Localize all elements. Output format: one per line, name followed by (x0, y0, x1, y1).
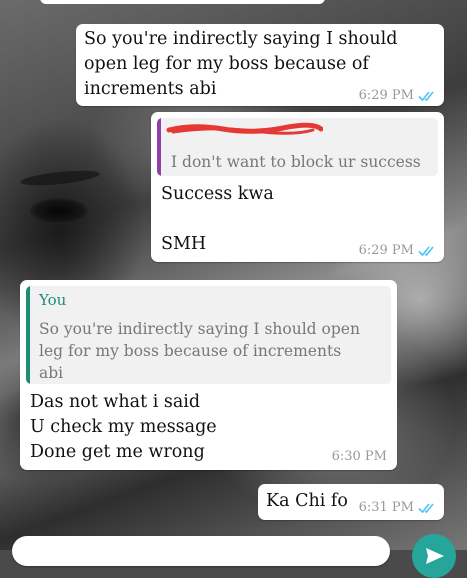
message-meta: 6:30 PM (332, 449, 387, 464)
message-input[interactable] (12, 536, 390, 566)
message-time: 6:31 PM (358, 500, 414, 515)
previous-message-edge (40, 0, 325, 4)
message-time: 6:29 PM (358, 88, 414, 103)
redaction-scribble (166, 122, 323, 135)
quoted-author: You (39, 291, 67, 309)
quoted-message[interactable]: I don't want to block ur success (157, 118, 438, 176)
quote-accent-bar (157, 118, 161, 176)
message-time: 6:29 PM (358, 243, 414, 258)
message-meta: 6:29 PM (359, 88, 438, 103)
wallpaper-eye-shape (30, 198, 88, 224)
send-icon (426, 548, 444, 564)
message-meta: 6:31 PM (359, 500, 438, 515)
quoted-message[interactable]: You So you're indirectly saying I should… (26, 286, 391, 384)
double-check-icon (418, 502, 434, 513)
message-time: 6:30 PM (331, 449, 387, 464)
message-text: Das not what i said U check my message D… (30, 392, 217, 462)
message-text: Ka Chi fo (266, 491, 348, 511)
message-bubble-outgoing[interactable]: So you're indirectly saying I should ope… (76, 24, 444, 106)
double-check-icon (418, 90, 434, 101)
send-button[interactable] (412, 534, 456, 578)
quoted-text: So you're indirectly saying I should ope… (39, 320, 360, 382)
quote-accent-bar (26, 286, 30, 384)
quoted-text: I don't want to block ur success (171, 153, 421, 171)
message-bubble-incoming-reply[interactable]: You So you're indirectly saying I should… (20, 280, 397, 470)
message-bubble-outgoing-reply[interactable]: I don't want to block ur success Success… (151, 112, 444, 262)
message-meta: 6:29 PM (359, 243, 438, 258)
double-check-icon (418, 245, 434, 256)
message-bubble-outgoing[interactable]: Ka Chi fo 6:31 PM (258, 484, 444, 520)
